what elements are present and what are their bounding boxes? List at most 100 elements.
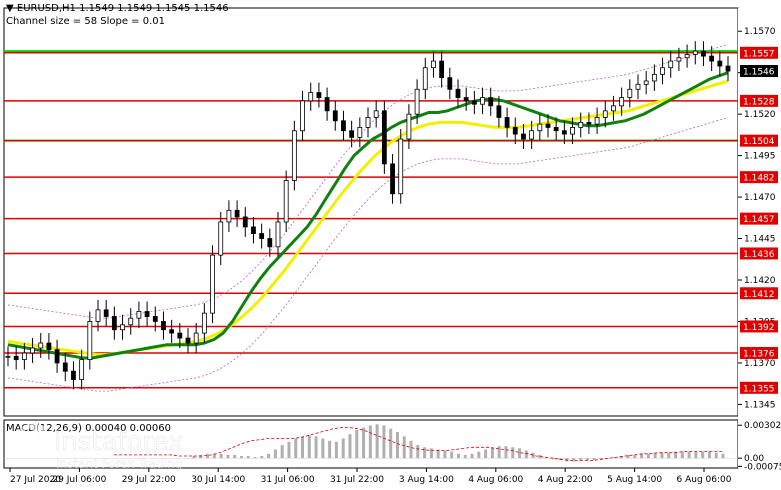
candle-body [161,321,166,331]
candle-body [185,337,191,344]
macd-bar [667,452,671,459]
candle-body [709,55,715,62]
macd-bar [314,436,318,459]
macd-tick-label: -0.00075 [744,462,781,472]
candle-body [62,362,68,372]
candle-body [717,60,723,67]
candle-body [242,216,248,228]
candle-body [471,100,477,105]
macd-bar [368,425,372,459]
candle-body [692,50,698,55]
macd-bar [524,450,528,459]
macd-bar [504,446,508,459]
macd-bar [219,453,223,459]
candle-body [13,355,19,361]
candle-body [251,226,256,234]
candle-body [218,221,224,256]
candle-body [619,97,625,107]
x-tick-label: 30 Jul 14:00 [191,475,245,485]
y-tick-label: 1.1445 [744,235,776,245]
macd-bar [267,453,271,459]
candle-body [267,238,273,248]
macd-bar [680,451,684,459]
macd-bar [518,448,522,459]
candle-body [79,359,85,380]
y-tick-label: 1.1420 [744,276,776,286]
price-level-label: 1.1457 [743,215,775,225]
candle-body [496,105,502,118]
symbol-header: ▼ EURUSD,H1 1.1549 1.1549 1.1545 1.1546 [6,3,229,14]
macd-bar [321,438,325,459]
candle-body [193,332,199,344]
candle-body [30,347,35,354]
candle-body [144,311,150,317]
instaforex-logo-icon [15,423,49,457]
macd-bar [646,453,650,459]
candle-body [439,60,445,79]
macd-bar [484,449,488,459]
macd-bar [334,441,338,459]
candle-body [95,309,101,322]
price-level-label: 1.1412 [743,290,775,300]
macd-bar [294,438,298,459]
macd-bar [714,452,718,459]
candle-body [422,67,428,90]
symbol-line: EURUSD,H1 1.1549 1.1549 1.1545 1.1546 [16,3,229,14]
macd-bar [253,457,257,459]
candle-body [152,316,158,322]
chart-window: 1.15701.15451.15201.14951.14701.14451.14… [0,0,781,489]
y-tick-label: 1.1370 [744,359,776,369]
watermark-tagline: Instant Forex Trading [56,457,182,471]
envelope-upper [7,44,729,319]
candle-body [602,110,608,118]
candle-body [259,233,265,239]
macd-bar [199,454,203,459]
price-level-label: 1.1504 [743,137,775,147]
macd-bar [660,452,664,459]
macd-bar [226,454,230,459]
collapse-triangle-icon[interactable]: ▼ [6,3,14,14]
macd-bar [450,451,454,459]
candle-body [684,54,690,59]
candle-body [463,97,469,102]
macd-bar [328,440,332,459]
candle-body [455,88,461,98]
macd-bar [490,447,494,459]
candle-body [553,127,559,132]
candle-body [627,88,633,98]
macd-bar [626,454,630,459]
candle-body [87,321,93,361]
candle-body [660,67,665,75]
macd-bar [239,456,243,459]
macd-bar [633,454,637,459]
candle-body [504,117,510,128]
candle-body [676,57,682,62]
candle-body [643,80,649,85]
price-level-label: 1.1557 [743,49,775,59]
macd-bar [280,445,284,459]
candle-body [561,130,567,135]
candle-body [316,92,322,98]
price-level-label: 1.1482 [743,174,775,184]
macd-bar [260,456,264,459]
y-tick-label: 1.1495 [744,152,776,162]
candle-body [570,127,575,135]
price-level-label: 1.1355 [743,384,775,394]
macd-bar [477,451,481,459]
candle-body [54,349,60,364]
x-tick-label: 5 Aug 14:00 [607,475,662,485]
price-chart: 1.15701.15451.15201.14951.14701.14451.14… [3,7,781,485]
candle-body [611,105,616,112]
y-tick-label: 1.1520 [744,110,776,120]
macd-bar [707,451,711,459]
macd-bar [348,434,352,459]
macd-bar [721,453,725,459]
candle-body [210,254,215,314]
candle-body [447,77,453,90]
candle-body [586,122,592,125]
candle-body [668,60,674,69]
candle-body [308,92,314,102]
candle-body [381,110,387,165]
x-tick-label: 31 Jul 06:00 [261,475,315,485]
macd-bar [423,447,427,459]
